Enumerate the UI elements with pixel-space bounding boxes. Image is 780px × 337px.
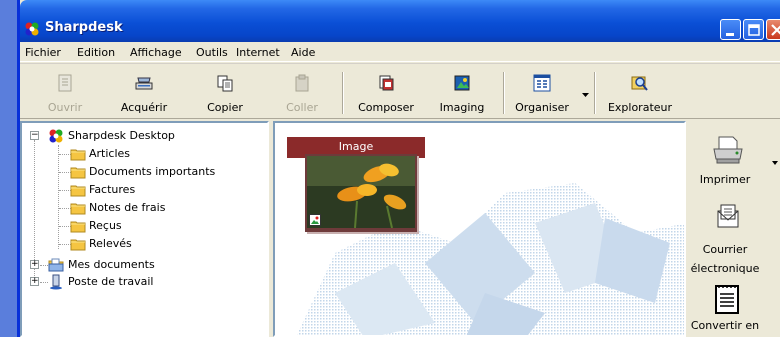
notepad-icon: [715, 285, 739, 314]
sharpdesk-window: Sharpdesk Fichier Edition Affichage Outi…: [17, 0, 780, 337]
expand-toggle[interactable]: +: [30, 260, 39, 269]
thumbnail-title: Image: [338, 140, 374, 153]
menu-affichage[interactable]: Affichage: [130, 46, 182, 59]
my-documents-folder-icon: [48, 258, 64, 272]
tree-item-poste-de-travail[interactable]: + Poste de travail: [22, 273, 262, 291]
tree-item-articles[interactable]: Articles: [22, 145, 262, 163]
email-icon: [717, 204, 739, 228]
folder-icon: [70, 167, 86, 179]
window-title: Sharpdesk: [45, 20, 123, 35]
close-button[interactable]: [766, 19, 780, 40]
paste-clipboard-icon: [295, 74, 309, 92]
toolbar-separator: [594, 72, 596, 114]
menu-bar: Fichier Edition Affichage Outils Interne…: [20, 42, 780, 62]
title-bar[interactable]: Sharpdesk: [20, 0, 780, 42]
document-view: Image: [273, 121, 686, 337]
imaging-button[interactable]: Imaging: [432, 68, 492, 118]
collapse-toggle[interactable]: −: [30, 131, 39, 140]
copy-button[interactable]: Copier: [195, 68, 255, 118]
image-thumbnail[interactable]: [305, 154, 417, 232]
scanner-icon: [135, 77, 153, 90]
printer-icon: [713, 136, 743, 164]
folder-icon: [70, 185, 86, 197]
open-document-icon: [58, 74, 72, 92]
close-icon: [771, 24, 780, 36]
maximize-button[interactable]: [743, 19, 764, 40]
minimize-button[interactable]: [720, 19, 741, 40]
copy-icon: [217, 75, 233, 92]
menu-aide[interactable]: Aide: [291, 46, 315, 59]
menu-fichier[interactable]: Fichier: [25, 46, 61, 59]
open-button[interactable]: Ouvrir: [40, 68, 90, 118]
tree-item-factures[interactable]: Factures: [22, 181, 262, 199]
minimize-icon: [726, 33, 734, 36]
sharpdesk-desktop-icon: [49, 129, 63, 143]
tree-item-recus[interactable]: Reçus: [22, 217, 262, 235]
action-sidebar: Imprimer Courrier électronique Convertir…: [686, 121, 780, 337]
folder-icon: [70, 149, 86, 161]
toolbar-separator: [342, 72, 344, 114]
organize-dropdown-arrow-icon[interactable]: [582, 93, 589, 97]
convert-button[interactable]: Convertir en: [686, 281, 764, 337]
folder-icon: [70, 239, 86, 251]
folder-tree: − Sharpdesk Desktop Articles Documents i…: [20, 121, 269, 337]
tree-item-sharpdesk-desktop[interactable]: − Sharpdesk Desktop: [22, 127, 262, 145]
organize-button[interactable]: Organiser: [509, 68, 575, 118]
explorer-magnifier-icon: [631, 76, 648, 91]
compose-button[interactable]: Composer: [348, 68, 424, 118]
folder-icon: [70, 221, 86, 233]
print-button[interactable]: Imprimer: [686, 129, 764, 189]
tree-item-mes-documents[interactable]: + Mes documents: [22, 256, 262, 274]
explorer-button[interactable]: Explorateur: [600, 68, 680, 118]
compose-icon: [379, 75, 394, 91]
maximize-icon: [748, 24, 760, 36]
tree-item-notes-de-frais[interactable]: Notes de frais: [22, 199, 262, 217]
menu-edition[interactable]: Edition: [77, 46, 115, 59]
menu-internet[interactable]: Internet: [236, 46, 280, 59]
toolbar: Ouvrir Acquérir Copier Coller Composer I…: [20, 63, 780, 119]
computer-icon: [50, 274, 62, 290]
email-button-label-line2: électronique: [690, 262, 760, 275]
expand-toggle[interactable]: +: [30, 277, 39, 286]
image-type-icon: [309, 214, 321, 226]
imaging-icon: [454, 75, 470, 91]
organize-icon: [533, 74, 551, 92]
tree-item-documents-importants[interactable]: Documents importants: [22, 163, 262, 181]
acquire-button[interactable]: Acquérir: [112, 68, 176, 118]
folder-icon: [70, 203, 86, 215]
sharpdesk-logo-icon: [25, 22, 39, 36]
toolbar-separator: [503, 72, 505, 114]
flower-photo-image: [307, 156, 415, 228]
print-dropdown-arrow-icon[interactable]: [772, 161, 778, 165]
menu-outils[interactable]: Outils: [196, 46, 228, 59]
paste-button[interactable]: Coller: [272, 68, 332, 118]
tree-item-releves[interactable]: Relevés: [22, 235, 262, 253]
